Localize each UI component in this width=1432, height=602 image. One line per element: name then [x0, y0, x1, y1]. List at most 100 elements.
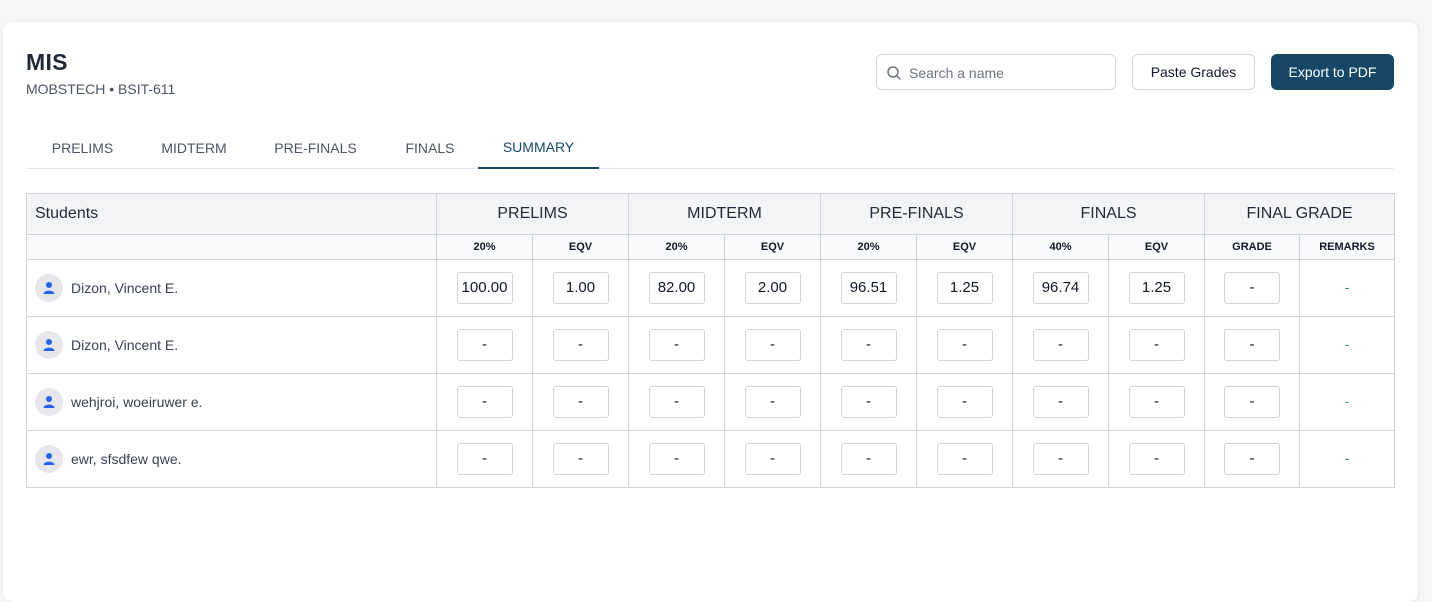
grade-cell: - [916, 373, 1013, 431]
avatar [35, 388, 63, 416]
grade-cell: 96.74 [1012, 259, 1109, 317]
student-cell: Dizon, Vincent E. [26, 259, 437, 317]
student-name: wehjroi, woeiruwer e. [71, 394, 203, 410]
tab-prelims[interactable]: PRELIMS [26, 126, 139, 169]
pre-finals-grade-field[interactable]: - [840, 329, 897, 361]
final-grade-field[interactable]: - [1224, 272, 1281, 304]
grade-cell: - [436, 373, 533, 431]
user-icon [43, 453, 55, 465]
remarks-value: - [1344, 336, 1350, 352]
pre-finals-eqv-field[interactable]: - [936, 329, 993, 361]
finals-grade-field[interactable]: - [1032, 329, 1089, 361]
midterm-eqv-field[interactable]: - [744, 443, 801, 475]
tab-pre-finals[interactable]: PRE-FINALS [249, 126, 382, 169]
grade-cell: - [1107, 430, 1206, 488]
midterm-eqv-field[interactable]: - [744, 329, 801, 361]
prelims-grade-field[interactable]: 100.00 [456, 272, 513, 304]
tab-finals[interactable]: FINALS [382, 126, 478, 169]
remarks-cell: - [1299, 259, 1396, 317]
finals-eqv-field[interactable]: - [1128, 329, 1185, 361]
grade-cell: - [724, 373, 821, 431]
grade-cell: 2.00 [724, 259, 821, 317]
grade-cell: - [628, 430, 725, 488]
prelims-grade-field[interactable]: - [456, 386, 513, 418]
finals-grade-field[interactable]: - [1032, 386, 1089, 418]
export-pdf-button[interactable]: Export to PDF [1271, 54, 1394, 90]
grade-cell: 82.00 [628, 259, 725, 317]
subheader-remarks: REMARKS [1299, 234, 1396, 260]
group-header-prelims: PRELIMS [436, 193, 629, 235]
grade-cell: - [532, 430, 629, 488]
remarks-cell: - [1299, 316, 1396, 374]
subheader-midterm-percent: 20% [628, 234, 725, 260]
page-title: MIS [26, 49, 68, 75]
table-row: ewr, sfsdfew qwe. - - - - - - - - - - [26, 430, 1396, 488]
term-tabs: PRELIMS MIDTERM PRE-FINALS FINALS SUMMAR… [26, 126, 1394, 169]
grade-cell: - [1012, 316, 1109, 374]
final-grade-field[interactable]: - [1224, 329, 1281, 361]
grade-cell: - [436, 316, 533, 374]
grade-cell: - [916, 316, 1013, 374]
grade-cell: 1.25 [1107, 259, 1206, 317]
tab-summary[interactable]: SUMMARY [478, 126, 599, 169]
subheader-pre-finals-eqv: EQV [916, 234, 1013, 260]
prelims-eqv-field[interactable]: - [552, 443, 609, 475]
grade-cell: - [628, 373, 725, 431]
midterm-eqv-field[interactable]: - [744, 386, 801, 418]
final-grade-field[interactable]: - [1224, 386, 1281, 418]
student-cell: wehjroi, woeiruwer e. [26, 373, 437, 431]
user-icon [43, 396, 55, 408]
pre-finals-eqv-field[interactable]: - [936, 386, 993, 418]
remarks-value: - [1344, 450, 1350, 466]
remarks-value: - [1344, 393, 1350, 409]
subheader-grade: GRADE [1204, 234, 1301, 260]
pre-finals-grade-field[interactable]: - [840, 386, 897, 418]
table-row: Dizon, Vincent E. - - - - - - - - - - [26, 316, 1396, 374]
grade-cell: - [1107, 316, 1206, 374]
user-icon [43, 339, 55, 351]
table-row: wehjroi, woeiruwer e. - - - - - - - - - - [26, 373, 1396, 431]
subheader-midterm-eqv: EQV [724, 234, 821, 260]
student-cell: Dizon, Vincent E. [26, 316, 437, 374]
prelims-eqv-field[interactable]: 1.00 [552, 272, 609, 304]
midterm-grade-field[interactable]: 82.00 [648, 272, 705, 304]
pre-finals-eqv-field[interactable]: 1.25 [936, 272, 993, 304]
grade-cell: 1.00 [532, 259, 629, 317]
pre-finals-grade-field[interactable]: - [840, 443, 897, 475]
midterm-grade-field[interactable]: - [648, 329, 705, 361]
avatar [35, 331, 63, 359]
finals-eqv-field[interactable]: - [1128, 443, 1185, 475]
midterm-grade-field[interactable]: - [648, 386, 705, 418]
grade-cell: - [820, 430, 917, 488]
prelims-grade-field[interactable]: - [456, 443, 513, 475]
finals-grade-field[interactable]: 96.74 [1032, 272, 1089, 304]
search-input[interactable] [909, 63, 1105, 83]
pre-finals-grade-field[interactable]: 96.51 [840, 272, 897, 304]
final-grade-field[interactable]: - [1224, 443, 1281, 475]
midterm-eqv-field[interactable]: 2.00 [744, 272, 801, 304]
prelims-eqv-field[interactable]: - [552, 329, 609, 361]
prelims-eqv-field[interactable]: - [552, 386, 609, 418]
midterm-grade-field[interactable]: - [648, 443, 705, 475]
grade-cell: 100.00 [436, 259, 533, 317]
grade-cell: - [1204, 259, 1301, 317]
finals-eqv-field[interactable]: - [1128, 386, 1185, 418]
finals-eqv-field[interactable]: 1.25 [1128, 272, 1185, 304]
prelims-grade-field[interactable]: - [456, 329, 513, 361]
grade-cell: - [916, 430, 1013, 488]
remarks-cell: - [1299, 373, 1396, 431]
search-icon [887, 66, 901, 80]
paste-grades-button[interactable]: Paste Grades [1132, 54, 1255, 90]
pre-finals-eqv-field[interactable]: - [936, 443, 993, 475]
student-cell: ewr, sfsdfew qwe. [26, 430, 437, 488]
grade-cell: - [724, 316, 821, 374]
avatar [35, 274, 63, 302]
grade-cell: - [436, 430, 533, 488]
grade-cell: - [820, 373, 917, 431]
grade-cell: - [1204, 316, 1301, 374]
search-box[interactable] [876, 54, 1116, 90]
finals-grade-field[interactable]: - [1032, 443, 1089, 475]
grade-cell: - [1107, 373, 1206, 431]
tab-midterm[interactable]: MIDTERM [139, 126, 249, 169]
student-name: Dizon, Vincent E. [71, 280, 179, 296]
